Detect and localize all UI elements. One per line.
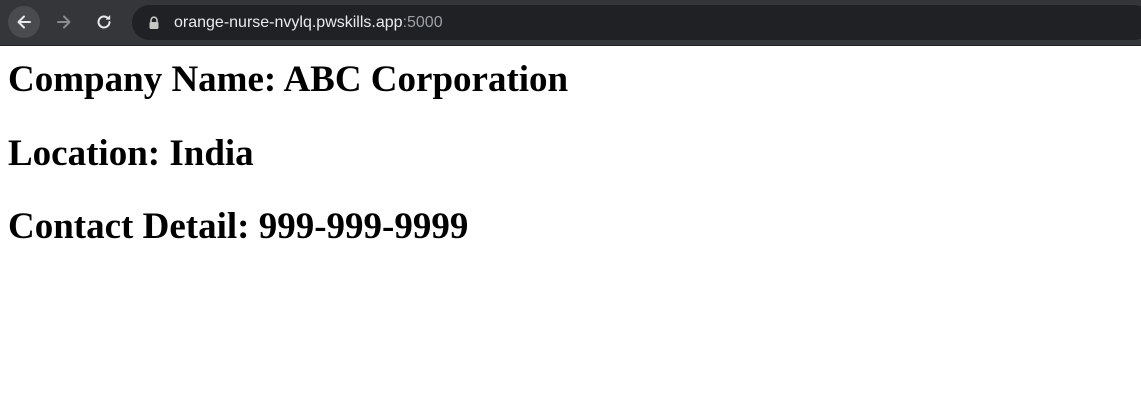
browser-toolbar: orange-nurse-nvylq.pwskills.app:5000 <box>0 0 1141 46</box>
back-button[interactable] <box>8 6 40 38</box>
reload-icon <box>97 15 111 29</box>
address-bar[interactable]: orange-nurse-nvylq.pwskills.app:5000 <box>132 5 1141 40</box>
page-content: Company Name: ABC Corporation Location: … <box>0 46 1141 402</box>
reload-button[interactable] <box>88 6 120 38</box>
company-name-heading: Company Name: ABC Corporation <box>8 59 569 100</box>
forward-button[interactable] <box>48 6 80 38</box>
url-port: :5000 <box>402 14 443 31</box>
location-heading: Location: India <box>8 133 254 174</box>
back-arrow-icon <box>17 15 31 29</box>
url-host: orange-nurse-nvylq.pwskills.app <box>174 14 403 31</box>
url-text[interactable]: orange-nurse-nvylq.pwskills.app:5000 <box>174 5 443 40</box>
forward-arrow-icon <box>57 15 71 29</box>
lock-icon <box>149 16 159 29</box>
contact-detail-heading: Contact Detail: 999-999-9999 <box>8 206 469 247</box>
